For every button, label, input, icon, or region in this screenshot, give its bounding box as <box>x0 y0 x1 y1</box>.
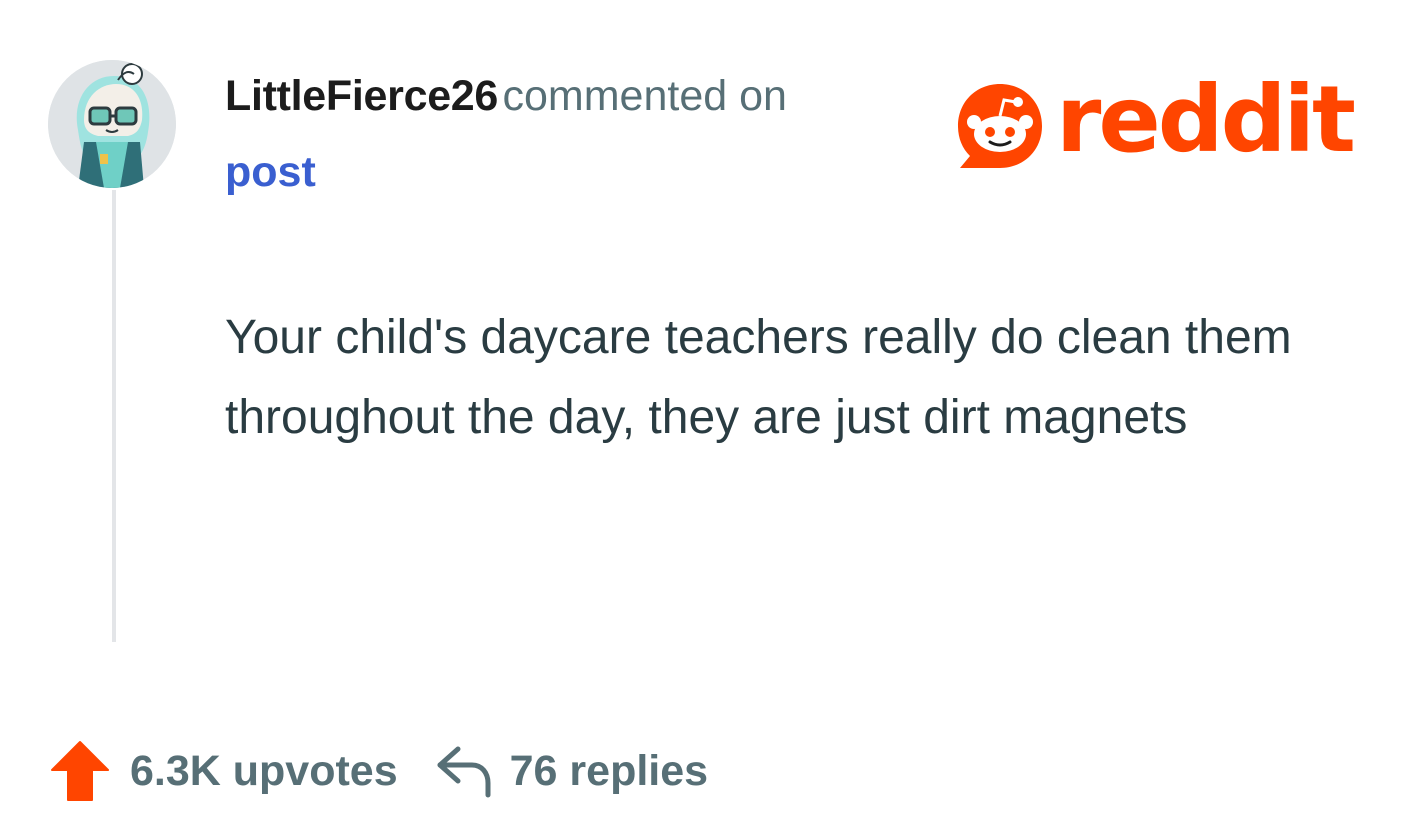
upvote-count: 6.3K upvotes <box>130 746 398 795</box>
arrow-up-icon[interactable] <box>50 740 110 802</box>
reply-arrow-icon[interactable] <box>434 743 492 799</box>
username-link[interactable]: LittleFierce26 <box>225 72 498 120</box>
comment-actions: 6.3K upvotes 76 replies <box>50 738 708 804</box>
reddit-snoo-icon <box>950 76 1050 176</box>
post-link[interactable]: post <box>225 142 316 202</box>
thread-line <box>112 190 116 642</box>
comment-header: LittleFierce26 commented on post <box>225 66 787 212</box>
action-text: commented on <box>502 72 787 120</box>
user-avatar[interactable] <box>48 60 176 188</box>
reply-count[interactable]: 76 replies <box>510 747 708 796</box>
reddit-wordmark: reddit <box>1056 66 1356 173</box>
reddit-logo: reddit <box>950 70 1356 176</box>
avatar-illustration <box>48 60 176 188</box>
comment-body: Your child's daycare teachers really do … <box>225 311 1292 444</box>
